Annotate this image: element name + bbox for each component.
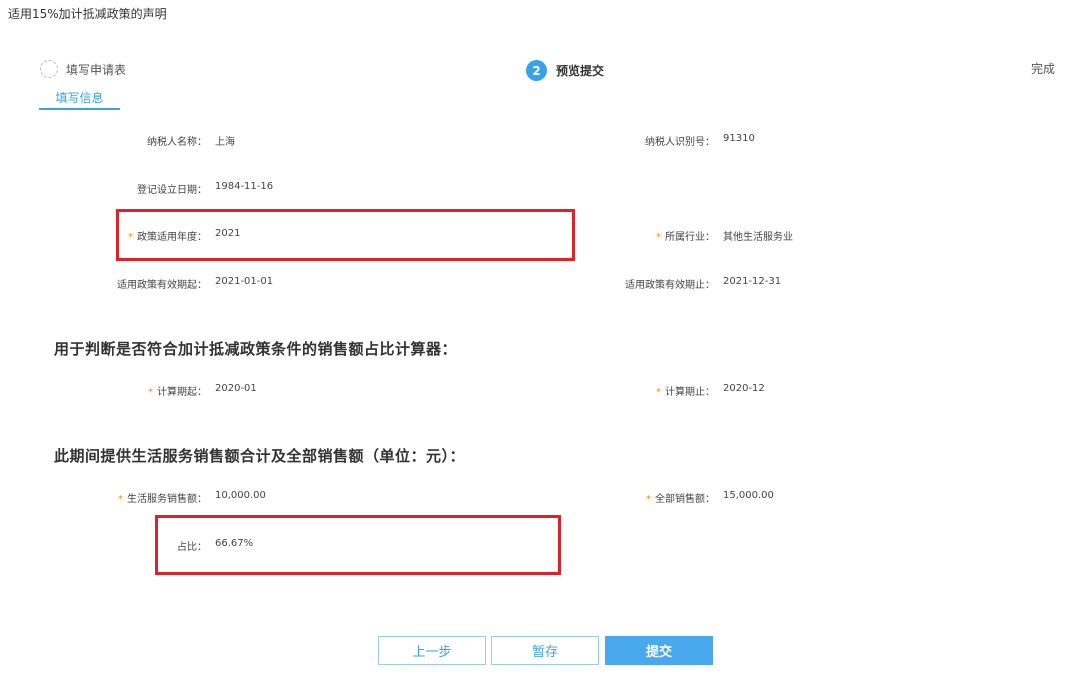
sales-heading: 此期间提供生活服务销售额合计及全部销售额（单位：元）： (54, 445, 465, 466)
policy-end-field: 适用政策有效期止： 2021-12-31 (0, 276, 781, 291)
step-preview-submit[interactable]: 2 预览提交 (526, 60, 604, 81)
field-label-text: 所属行业： (665, 232, 715, 243)
ratio-highlight (155, 515, 561, 575)
field-label-text: 全部销售额： (655, 494, 715, 505)
total-sales-value[interactable]: 15,000.00 (723, 490, 774, 505)
field-label-text: 计算期止： (665, 387, 715, 398)
step-label: 填写申请表 (66, 61, 126, 78)
submit-button[interactable]: 提交 (605, 636, 713, 665)
field-label: 纳税人识别号： (0, 133, 715, 148)
field-label: * 全部销售额： (0, 490, 715, 505)
field-label: 适用政策有效期止： (0, 276, 715, 291)
policy-year-highlight (116, 209, 575, 261)
required-mark: * (656, 387, 661, 398)
total-sales-field: * 全部销售额： 15,000.00 (0, 490, 774, 505)
field-label: 登记设立日期： (0, 181, 207, 196)
step-label: 完成 (1031, 60, 1055, 77)
required-mark: * (646, 494, 651, 505)
calc-period-end-field: * 计算期止： 2020-12 (0, 383, 765, 398)
step-label: 预览提交 (556, 62, 604, 79)
page-title: 适用15%加计抵减政策的声明 (8, 5, 167, 22)
taxpayer-id-value: 91310 (723, 133, 755, 148)
tab-fill-info[interactable]: 填写信息 (39, 88, 120, 110)
calc-period-end-value[interactable]: 2020-12 (723, 383, 765, 398)
step-number-icon: 2 (526, 60, 547, 81)
calculator-heading: 用于判断是否符合加计抵减政策条件的销售额占比计算器： (54, 338, 457, 359)
field-label: * 计算期止： (0, 383, 715, 398)
taxpayer-id-field: 纳税人识别号： 91310 (0, 133, 755, 148)
step-complete[interactable]: 完成 (1031, 60, 1055, 77)
registration-date-value: 1984-11-16 (215, 181, 273, 196)
policy-end-value: 2021-12-31 (723, 276, 781, 291)
step-fill-form[interactable]: 填写申请表 (40, 60, 126, 78)
step-indicator: 填写申请表 2 预览提交 完成 填写信息 (0, 52, 1080, 112)
registration-date-field: 登记设立日期： 1984-11-16 (0, 181, 273, 196)
industry-value[interactable]: 其他生活服务业 (723, 228, 793, 243)
save-draft-button[interactable]: 暂存 (491, 636, 599, 665)
required-mark: * (656, 232, 661, 243)
previous-step-button[interactable]: 上一步 (378, 636, 486, 665)
step-pending-icon (40, 60, 58, 78)
